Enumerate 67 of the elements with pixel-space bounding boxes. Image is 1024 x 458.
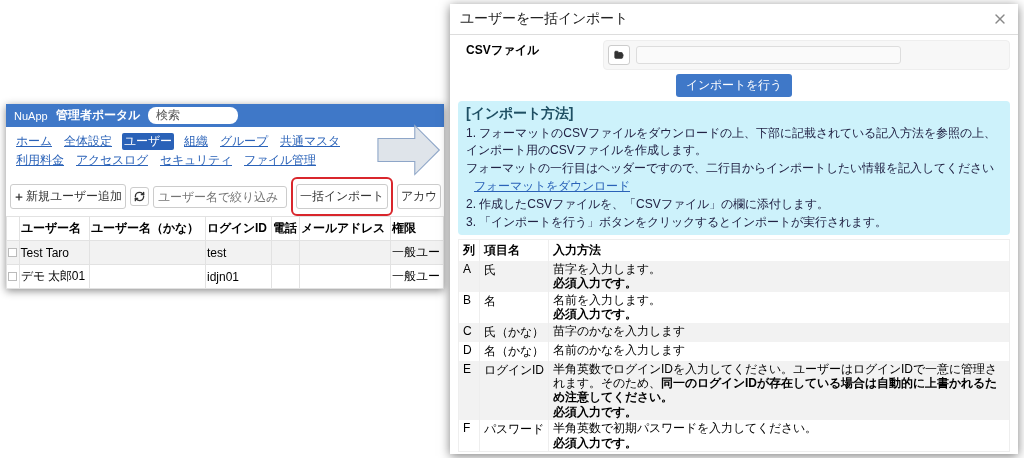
table-cell: E xyxy=(458,360,480,421)
table-cell: 一般ユー xyxy=(391,245,440,259)
nav-tab[interactable]: ファイル管理 xyxy=(242,152,318,169)
nav-tab[interactable]: ホーム xyxy=(14,133,54,150)
import-button[interactable]: 一括インポート xyxy=(296,184,388,209)
table-cell: 氏 xyxy=(479,261,549,292)
instruction-text: 2. 作成したCSVファイルを、「CSVファイル」の欄に添付します。 xyxy=(466,196,830,213)
nav-tab[interactable]: 全体設定 xyxy=(62,133,114,150)
add-user-button[interactable]: 新規ユーザー追加 xyxy=(10,184,126,209)
download-link[interactable]: フォーマットをダウンロード xyxy=(474,178,630,195)
column-header: ログインID xyxy=(205,216,272,241)
file-label: CSVファイル xyxy=(465,42,540,59)
table-cell: 名 xyxy=(479,291,549,323)
dialog-title: ユーザーを一括インポート xyxy=(460,10,628,28)
account-button[interactable]: アカウ xyxy=(397,184,441,209)
description-line: 半角英数で初期パスワードを入力してください。 xyxy=(553,421,818,436)
table-cell: D xyxy=(458,341,480,361)
description-line: 必須入力です。 xyxy=(553,404,638,420)
import-submit-button[interactable]: インポートを行う xyxy=(676,74,792,97)
description-line: 苗字を入力します。 xyxy=(553,262,662,277)
table-cell: パスワード xyxy=(479,420,549,452)
row-checkbox[interactable] xyxy=(8,271,17,281)
nav-tab[interactable]: グループ xyxy=(218,133,270,150)
table-cell: F xyxy=(458,420,480,452)
instruction-text: 3. 「インポートを行う」ボタンをクリックするとインポートが実行されます。 xyxy=(466,214,889,231)
table-cell: A xyxy=(458,261,480,292)
table-cell: 一般ユー xyxy=(391,269,440,283)
file-input-field[interactable] xyxy=(636,46,901,64)
folder-icon xyxy=(614,50,624,60)
description-line: 必須入力です。 xyxy=(553,435,638,450)
nav-tab[interactable]: アクセスログ xyxy=(74,152,150,169)
column-header: ユーザー名（かな） xyxy=(89,216,206,241)
nav-tab[interactable]: 組織 xyxy=(182,133,210,150)
nav-tab[interactable]: 利用料金 xyxy=(14,152,66,169)
column-header: メールアドレス xyxy=(299,216,391,241)
browse-button[interactable] xyxy=(608,45,630,65)
instructions-title: [インポート方法] xyxy=(466,105,575,123)
instruction-text: フォーマットの一行目はヘッダーですので、二行目からインポートしたい情報を記入してください xyxy=(466,160,995,177)
nav-tab[interactable]: セキュリティ xyxy=(158,152,234,169)
description-line: 名前のかなを入力します xyxy=(553,342,686,357)
description-line: 必須入力です。 xyxy=(553,276,638,291)
column-header: 権限 xyxy=(390,216,444,241)
refresh-button[interactable] xyxy=(130,187,149,206)
table-cell: test xyxy=(207,245,227,260)
column-header: 電話 xyxy=(271,216,300,241)
table-cell: C xyxy=(458,322,480,342)
portal-title: 管理者ポータル xyxy=(55,107,140,124)
table-cell: B xyxy=(458,291,480,323)
column-header: ユーザー名 xyxy=(19,216,90,241)
nav-tab[interactable]: ユーザー xyxy=(122,133,174,150)
refresh-icon xyxy=(134,191,145,202)
instruction-text: 1. フォーマットのCSVファイルをダウンロードの上、下部に記載されている記入方法を参照の上、インポート用のCSVファイルを作成します。 xyxy=(466,125,997,159)
arrow-drawing xyxy=(376,124,442,176)
logo: NuApp xyxy=(14,109,48,122)
row-checkbox[interactable] xyxy=(8,247,17,257)
table-cell: Test Taro xyxy=(20,245,69,260)
table-cell: idjn01 xyxy=(207,269,240,284)
filter-field[interactable]: ユーザー名で絞り込み xyxy=(153,185,287,208)
search-field[interactable]: 検索 xyxy=(147,107,238,124)
description-line: 名前を入力します。 xyxy=(553,292,662,308)
description-line: 半角英数でログインIDを入力してください。ユーザーはログインIDで一意に管理されます。そのため、同一のログインIDが存在している場合は自動的に上書かれるため注意してください。 xyxy=(553,361,998,405)
nav-tab[interactable]: 共通マスタ xyxy=(278,133,342,150)
table-cell: デモ 太郎01 xyxy=(20,269,86,283)
description-line: 必須入力です。 xyxy=(553,307,638,322)
table-cell: ログインID xyxy=(479,360,549,421)
description-line: 苗字のかなを入力します xyxy=(553,323,686,338)
plus-icon xyxy=(14,191,24,202)
